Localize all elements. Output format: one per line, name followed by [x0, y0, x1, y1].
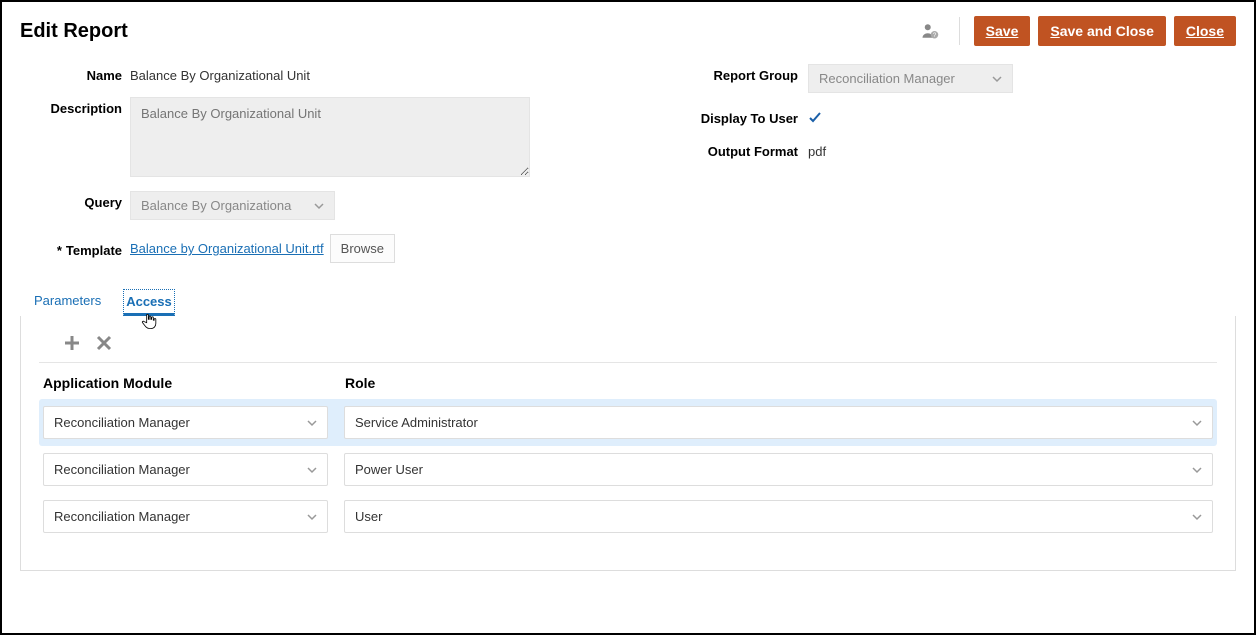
cursor-hand-icon — [140, 311, 158, 329]
delete-icon[interactable] — [95, 334, 113, 352]
role-select[interactable]: Power User — [344, 453, 1213, 486]
template-label: *Template — [20, 239, 130, 258]
chevron-down-icon — [992, 74, 1002, 84]
module-select[interactable]: Reconciliation Manager — [43, 453, 328, 486]
access-panel: Application Module Role Reconciliation M… — [20, 316, 1236, 571]
display-to-user-check — [808, 107, 822, 125]
module-select[interactable]: Reconciliation Manager — [43, 500, 328, 533]
save-and-close-button[interactable]: Save and Close — [1038, 16, 1166, 46]
description-input[interactable] — [130, 97, 530, 177]
role-value: User — [355, 509, 382, 524]
role-select[interactable]: Service Administrator — [344, 406, 1213, 439]
description-label: Description — [20, 97, 130, 116]
report-group-value: Reconciliation Manager — [819, 71, 955, 86]
name-value: Balance By Organizational Unit — [130, 64, 310, 83]
chevron-down-icon — [1192, 465, 1202, 475]
column-header-role: Role — [345, 375, 1217, 391]
chevron-down-icon — [307, 512, 317, 522]
chevron-down-icon — [307, 465, 317, 475]
add-icon[interactable] — [63, 334, 81, 352]
query-value: Balance By Organizationa — [141, 198, 291, 213]
query-select: Balance By Organizationa — [130, 191, 335, 220]
table-row[interactable]: Reconciliation Manager User — [39, 493, 1217, 540]
chevron-down-icon — [1192, 418, 1202, 428]
report-group-select: Reconciliation Manager — [808, 64, 1013, 93]
divider — [39, 362, 1217, 363]
close-button[interactable]: Close — [1174, 16, 1236, 46]
module-value: Reconciliation Manager — [54, 415, 190, 430]
tab-parameters[interactable]: Parameters — [32, 289, 103, 316]
table-row[interactable]: Reconciliation Manager Power User — [39, 446, 1217, 493]
page-title: Edit Report — [20, 20, 128, 43]
role-value: Power User — [355, 462, 423, 477]
output-format-label: Output Format — [658, 140, 808, 159]
module-select[interactable]: Reconciliation Manager — [43, 406, 328, 439]
tab-access-label: Access — [126, 294, 172, 309]
chevron-down-icon — [314, 201, 324, 211]
module-value: Reconciliation Manager — [54, 462, 190, 477]
role-value: Service Administrator — [355, 415, 478, 430]
tab-access[interactable]: Access — [123, 289, 175, 316]
user-icon[interactable]: ? — [921, 22, 945, 40]
display-to-user-label: Display To User — [658, 107, 808, 126]
browse-button[interactable]: Browse — [330, 234, 395, 263]
check-icon — [808, 111, 822, 125]
output-format-value: pdf — [808, 140, 826, 159]
report-group-label: Report Group — [658, 64, 808, 83]
divider — [959, 17, 960, 45]
name-label: Name — [20, 64, 130, 83]
module-value: Reconciliation Manager — [54, 509, 190, 524]
save-button[interactable]: Save — [974, 16, 1031, 46]
role-select[interactable]: User — [344, 500, 1213, 533]
chevron-down-icon — [307, 418, 317, 428]
query-label: Query — [20, 191, 130, 210]
template-file-link[interactable]: Balance by Organizational Unit.rtf — [130, 241, 324, 256]
table-row[interactable]: Reconciliation Manager Service Administr… — [39, 399, 1217, 446]
column-header-module: Application Module — [43, 375, 345, 391]
chevron-down-icon — [1192, 512, 1202, 522]
